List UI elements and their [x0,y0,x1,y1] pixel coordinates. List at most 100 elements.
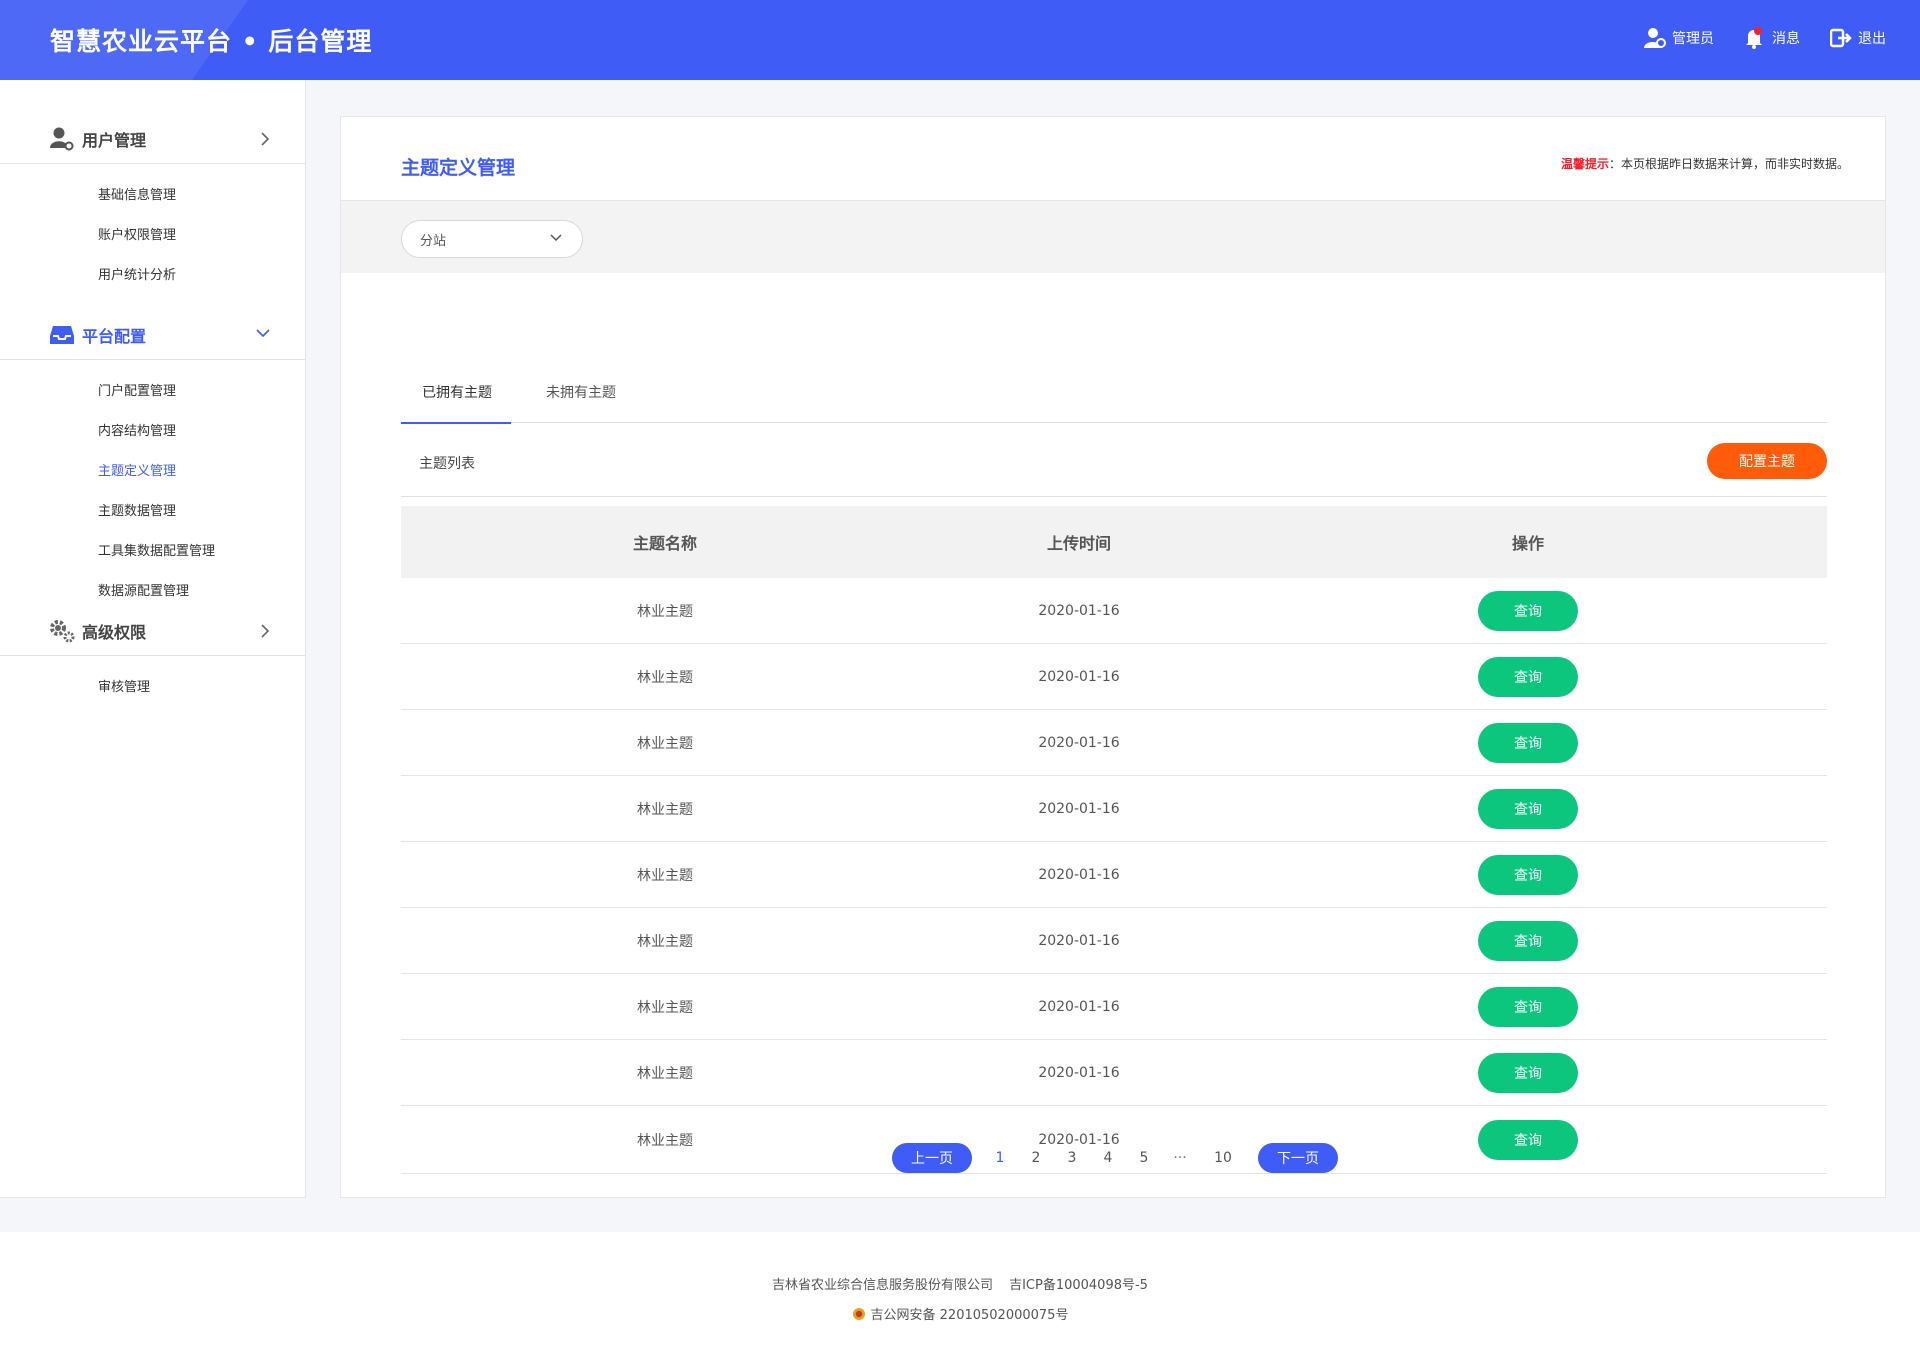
cell-action: 查询 [1229,1040,1827,1105]
sidebar-group-head-user-management[interactable]: 用户管理 [0,114,306,164]
sidebar-item-toolset-data-config[interactable]: 工具集数据配置管理 [0,532,306,572]
sidebar-item-content-structure[interactable]: 内容结构管理 [0,412,306,452]
tip-notice: 温馨提示：本页根据昨日数据来计算，而非实时数据。 [1561,155,1849,172]
query-button[interactable]: 查询 [1478,986,1578,1027]
substation-select[interactable]: 分站 [401,220,583,258]
page-number-5[interactable]: 5 [1126,1150,1162,1166]
inbox-icon [48,321,76,349]
tip-text: ：本页根据昨日数据来计算，而非实时数据。 [1608,157,1849,171]
query-button[interactable]: 查询 [1478,920,1578,961]
footer-police[interactable]: 吉公网安备 22010502000075号 [871,1304,1069,1323]
sidebar-group-label: 平台配置 [82,326,147,346]
cell-theme-name: 林业主题 [637,1132,693,1149]
footer-icp[interactable]: 吉ICP备10004098号-5 [1009,1278,1148,1293]
sidebar-item-portal-config[interactable]: 门户配置管理 [0,372,306,412]
table-row: 林业主题 2020-01-16 查询 [401,578,1827,644]
cell-theme-name: 林业主题 [637,603,693,620]
footer-company: 吉林省农业综合信息服务股份有限公司 [772,1278,994,1293]
sidebar-item-basic-info[interactable]: 基础信息管理 [0,176,306,216]
tab-unowned-themes[interactable]: 未拥有主题 [525,373,637,423]
table-row: 林业主题 2020-01-16 查询 [401,1040,1827,1106]
pagination: 上一页 1 2 3 4 5 ··· 10 下一页 [892,1143,1338,1173]
cell-upload-date: 2020-01-16 [1038,668,1120,685]
chevron-right-icon [261,132,270,146]
footer: 吉林省农业综合信息服务股份有限公司 吉ICP备10004098号-5 吉公网安备 … [0,1232,1920,1363]
query-button[interactable]: 查询 [1478,1119,1578,1160]
cell-theme-name: 林业主题 [637,735,693,752]
cell-action: 查询 [1229,644,1827,709]
cell-action: 查询 [1229,974,1827,1039]
page-ellipsis: ··· [1173,1150,1187,1166]
page-number-4[interactable]: 4 [1090,1150,1126,1166]
gears-icon [48,617,76,645]
bell-icon [1746,27,1762,49]
page-number-10[interactable]: 10 [1198,1150,1248,1166]
sidebar-item-review-management[interactable]: 审核管理 [0,668,306,708]
cell-upload-date: 2020-01-16 [1038,734,1120,751]
cell-theme-name: 林业主题 [637,801,693,818]
header-actions: 管理员 消息 退出 [1644,27,1886,49]
sidebar-item-user-statistics[interactable]: 用户统计分析 [0,256,306,296]
page-number-1[interactable]: 1 [982,1150,1018,1166]
cell-action: 查询 [1229,908,1827,973]
app-title: 智慧农业云平台 • 后台管理 [50,27,373,56]
chevron-down-icon [550,234,562,242]
column-header-name: 主题名称 [632,534,697,553]
theme-tabs: 已拥有主题 未拥有主题 [401,373,1827,424]
query-button[interactable]: 查询 [1478,656,1578,697]
query-button[interactable]: 查询 [1478,854,1578,895]
query-button[interactable]: 查询 [1478,1052,1578,1093]
logout-button[interactable]: 退出 [1830,27,1886,49]
page-title: 主题定义管理 [401,157,516,179]
sidebar-item-theme-data[interactable]: 主题数据管理 [0,492,306,532]
chevron-down-icon [256,329,270,338]
tab-owned-themes[interactable]: 已拥有主题 [401,373,513,424]
police-badge-icon [852,1307,865,1320]
sidebar-group-label: 用户管理 [82,130,147,150]
filter-bar: 分站 [341,201,1885,273]
cell-upload-date: 2020-01-16 [1038,1064,1120,1081]
main-panel: 主题定义管理 温馨提示：本页根据昨日数据来计算，而非实时数据。 分站 已拥有主题… [340,116,1886,1198]
page-number-2[interactable]: 2 [1018,1150,1054,1166]
cell-upload-date: 2020-01-16 [1038,800,1120,817]
cell-action: 查询 [1229,578,1827,643]
next-page-button[interactable]: 下一页 [1258,1143,1338,1173]
table-row: 林业主题 2020-01-16 查询 [401,710,1827,776]
column-header-action: 操作 [1511,534,1544,553]
table-row: 林业主题 2020-01-16 查询 [401,644,1827,710]
sidebar-item-account-permissions[interactable]: 账户权限管理 [0,216,306,256]
table-header: 主题名称 上传时间 操作 [401,506,1827,578]
cell-theme-name: 林业主题 [637,999,693,1016]
message-label: 消息 [1772,31,1800,47]
theme-table: 主题名称 上传时间 操作 林业主题 2020-01-16 查询 林业主题 202… [401,456,1827,1174]
table-row: 林业主题 2020-01-16 查询 [401,776,1827,842]
table-row: 林业主题 2020-01-16 查询 [401,974,1827,1040]
admin-user-icon [1644,28,1666,48]
sidebar-group-user-management: 用户管理 基础信息管理 账户权限管理 用户统计分析 [0,114,306,310]
admin-button[interactable]: 管理员 [1644,27,1714,49]
column-header-upload-time: 上传时间 [1046,534,1111,553]
cell-upload-date: 2020-01-16 [1038,932,1120,949]
sidebar-group-platform-config: 平台配置 门户配置管理 内容结构管理 主题定义管理 主题数据管理 工具集数据配置… [0,310,306,626]
message-button[interactable]: 消息 [1744,27,1800,49]
sidebar-item-theme-definition[interactable]: 主题定义管理 [0,452,306,492]
sidebar: 用户管理 基础信息管理 账户权限管理 用户统计分析 平台配置 门户配置管理 内容… [0,80,306,1198]
cell-theme-name: 林业主题 [637,1065,693,1082]
query-button[interactable]: 查询 [1478,788,1578,829]
cell-action: 查询 [1229,710,1827,775]
cell-theme-name: 林业主题 [637,933,693,950]
sidebar-group-head-advanced-permissions[interactable]: 高级权限 [0,606,306,656]
prev-page-button[interactable]: 上一页 [892,1143,972,1173]
cell-upload-date: 2020-01-16 [1038,998,1120,1015]
sidebar-group-label: 高级权限 [82,622,147,642]
sidebar-group-head-platform-config[interactable]: 平台配置 [0,310,306,360]
query-button[interactable]: 查询 [1478,590,1578,631]
user-gear-icon [48,125,76,153]
query-button[interactable]: 查询 [1478,722,1578,763]
table-row: 林业主题 2020-01-16 查询 [401,842,1827,908]
logout-icon [1830,28,1852,48]
cell-upload-date: 2020-01-16 [1038,866,1120,883]
cell-theme-name: 林业主题 [637,867,693,884]
page-number-3[interactable]: 3 [1054,1150,1090,1166]
cell-action: 查询 [1229,776,1827,841]
